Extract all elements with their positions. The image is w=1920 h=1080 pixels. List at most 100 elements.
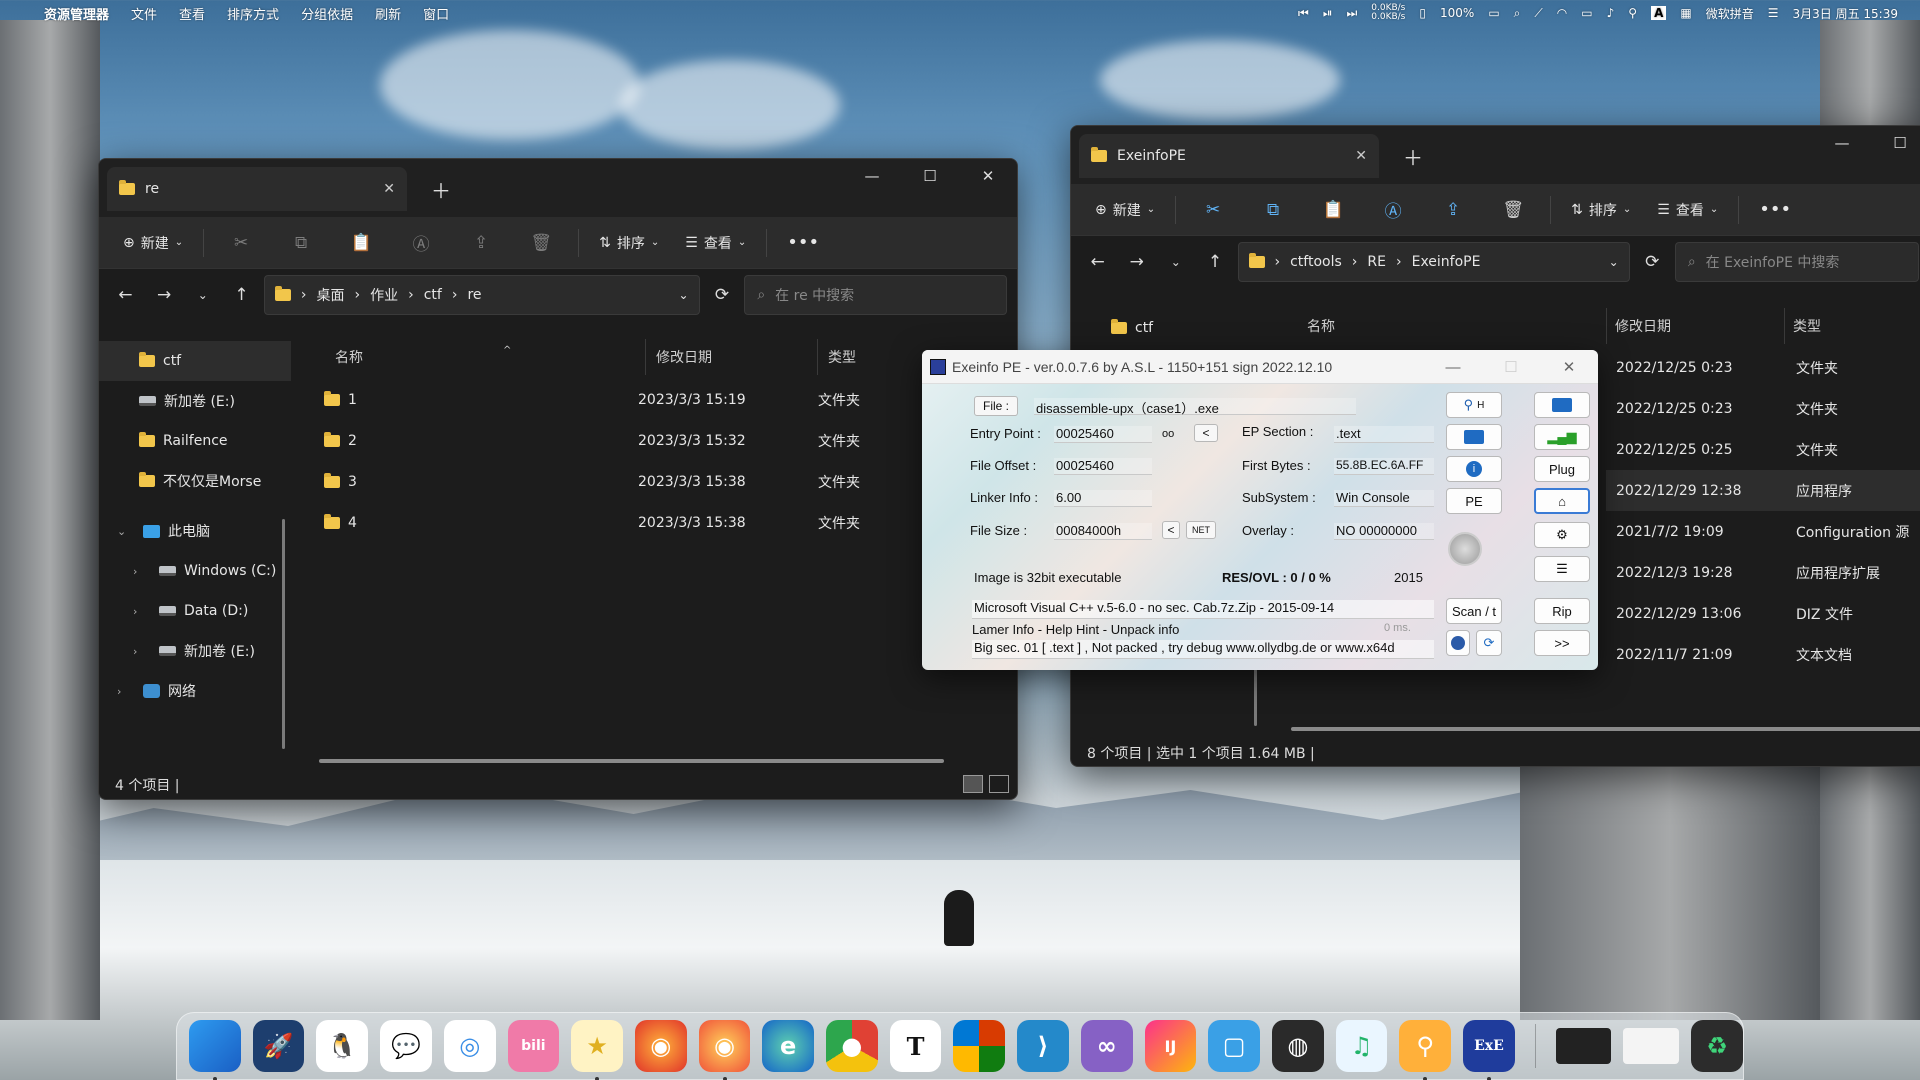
ime-label[interactable]: 微软拼音 [1706,5,1754,22]
bell-icon[interactable]: ⚲ [1628,6,1637,20]
more-button[interactable]: ••• [1753,195,1797,224]
vscode-icon[interactable]: ⟩ [1017,1020,1069,1072]
sidebar-item-railfence[interactable]: Railfence [99,421,291,461]
overlay-field[interactable]: NO 00000000 [1334,523,1434,540]
file-offset-field[interactable]: 00025460 [1054,458,1152,475]
close-icon[interactable]: ✕ [1540,350,1598,384]
table-row[interactable]: 1 2023/3/3 15:19 文件夹 [324,379,974,420]
menu-refresh[interactable]: 刷新 [375,4,401,23]
breadcrumb-item[interactable]: re [467,287,481,303]
minimize-icon[interactable]: — [1424,350,1482,384]
linker-info-field[interactable]: 6.00 [1054,490,1152,507]
control-center-icon[interactable]: ☰ [1768,6,1779,20]
plug-button[interactable]: Plug [1534,456,1590,482]
music-icon[interactable]: ♫ [1335,1020,1388,1072]
sidebar-item-drive-c[interactable]: › Windows (C:) [99,551,291,591]
menu-window[interactable]: 窗口 [423,4,449,23]
sidebar-item-network[interactable]: › 网络 [99,671,291,711]
media-prev-icon[interactable]: ⏮ [1298,6,1309,21]
globe-button[interactable] [1446,630,1470,656]
new-button[interactable]: ⊕ 新建 ⌄ [1089,196,1161,224]
refresh-icon[interactable]: ⟳ [706,285,739,305]
column-name[interactable]: 名称 [1307,308,1335,344]
display-icon[interactable]: ▭ [1581,6,1592,20]
recycle-bin-icon[interactable]: ♻ [1691,1020,1743,1072]
window-tool-icon[interactable]: ▢ [1208,1020,1260,1072]
breadcrumb-item[interactable]: ctf [424,287,442,303]
wifi-icon[interactable]: ◠ [1557,6,1567,20]
media-next-icon[interactable]: ⏭ [1346,6,1357,21]
forward-icon[interactable]: → [1120,252,1153,272]
sidebar-item-this-pc[interactable]: ⌄ 此电脑 [99,511,291,551]
table-row[interactable]: 2022/12/29 13:06 DIZ 文件 [1606,593,1920,634]
table-row[interactable]: 3 2023/3/3 15:38 文件夹 [324,461,974,502]
sidebar-item-ctf[interactable]: ctf [1071,308,1261,348]
address-bar[interactable]: › ctftools › RE › ExeinfoPE ⌄ [1237,242,1630,282]
notes-thumb-icon[interactable] [1623,1028,1680,1064]
minimize-icon[interactable]: — [843,159,901,193]
cut-icon[interactable]: ✂ [1190,200,1236,220]
detection-result[interactable]: Microsoft Visual C++ v.5-6.0 - no sec. C… [972,600,1434,619]
wechat-icon[interactable]: 💬 [380,1020,432,1072]
sidebar-item-drive-e2[interactable]: › 新加卷 (E:) [99,631,291,671]
bilibili-icon[interactable]: bili [507,1020,560,1072]
font-icon[interactable]: A [1651,6,1667,20]
tab-close-icon[interactable]: ✕ [383,181,395,197]
paste-icon[interactable]: 📋 [1310,200,1356,220]
chevron-right-icon[interactable]: › [117,685,129,698]
sidebar-scrollbar[interactable] [282,519,285,749]
oo-button[interactable]: oo [1162,428,1174,440]
share-icon[interactable]: ⇪ [458,233,504,253]
typora-icon[interactable]: T [889,1020,942,1072]
breadcrumb-item[interactable]: ExeinfoPE [1412,254,1481,270]
details-view-icon[interactable] [963,775,983,793]
refresh-icon[interactable]: ⟳ [1636,252,1669,272]
visual-studio-icon[interactable]: ∞ [1080,1020,1133,1072]
table-row[interactable]: 2022/12/3 19:28 应用程序扩展 [1606,552,1920,593]
close-icon[interactable]: ✕ [959,159,1017,193]
net-button[interactable]: NET [1186,521,1216,539]
sidebar-item-ctf[interactable]: ctf [99,341,291,381]
sidebar-item-drive-e[interactable]: 新加卷 (E:) [99,381,291,421]
file-size-field[interactable]: 00084000h [1054,523,1152,540]
tiles-view-icon[interactable] [989,775,1009,793]
chevron-right-icon[interactable]: › [133,605,145,618]
menu-view[interactable]: 查看 [179,4,205,23]
chevron-right-icon[interactable]: › [133,565,145,578]
breadcrumb-item[interactable]: 作业 [370,285,398,305]
rip-button[interactable]: Rip [1534,598,1590,624]
breadcrumb-item[interactable]: RE [1367,254,1386,270]
scan-button[interactable]: Scan / t [1446,598,1502,624]
star-icon[interactable]: ★ [571,1020,623,1080]
tab-exeinfope[interactable]: ExeinfoPE ✕ [1079,134,1379,178]
search-input[interactable]: ⌕ 在 ExeinfoPE 中搜索 [1674,242,1920,282]
sidebar-item-morse[interactable]: 不仅仅是Morse [99,461,291,501]
jetbrains-icon[interactable]: IJ [1144,1020,1197,1072]
view-button[interactable]: ☰ 查看 ⌄ [1651,196,1724,224]
chrome-icon[interactable]: ● [826,1020,878,1072]
table-row[interactable]: 2 2023/3/3 15:32 文件夹 [324,420,974,461]
rename-icon[interactable]: Ⓐ [1370,197,1416,222]
sections-button[interactable] [1446,424,1502,450]
chevron-down-icon[interactable]: ⌄ [1609,255,1619,269]
next-button[interactable]: >> [1534,630,1590,656]
column-date[interactable]: 修改日期 [1606,308,1671,344]
column-type[interactable]: 类型 [1784,308,1821,344]
back-icon[interactable]: ← [109,285,142,305]
forward-icon[interactable]: → [148,285,181,305]
chevron-down-icon[interactable]: ⌄ [186,288,219,302]
search-input[interactable]: ⌕ 在 re 中搜索 [744,275,1008,315]
back-icon[interactable]: ← [1081,252,1114,272]
screenshot-thumb-icon[interactable] [1555,1028,1612,1064]
info-button[interactable]: i [1446,456,1502,482]
launchpad-icon[interactable]: 🚀 [252,1020,305,1072]
hint-field[interactable]: Big sec. 01 [ .text ] , Not packed , try… [972,640,1434,659]
tab-re[interactable]: re ✕ [107,167,407,211]
pen-icon[interactable]: ⟋ [1534,6,1542,21]
column-name[interactable]: 名称 ^ [335,339,511,375]
finder-icon[interactable] [189,1020,241,1080]
battery-icon[interactable]: ▭ [1488,6,1499,20]
phone-icon[interactable]: ▯ [1419,6,1426,20]
up-icon[interactable]: ↑ [225,285,258,305]
maximize-icon[interactable]: ☐ [1871,126,1920,160]
